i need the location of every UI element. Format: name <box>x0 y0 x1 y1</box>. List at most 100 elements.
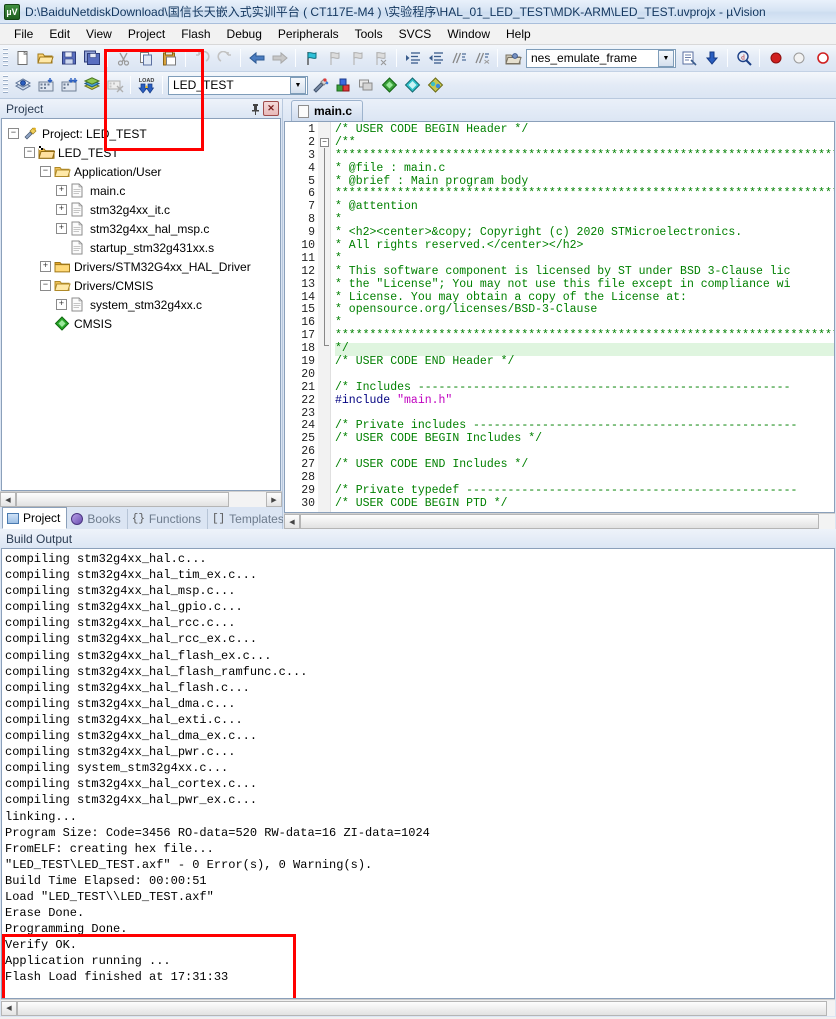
clear-bookmarks-icon[interactable] <box>369 47 392 70</box>
manage-run-time-env-icon[interactable] <box>401 74 424 97</box>
scroll-track[interactable] <box>300 514 835 529</box>
outdent-icon[interactable] <box>424 47 447 70</box>
scroll-thumb[interactable] <box>16 492 229 507</box>
project-tree-hscrollbar[interactable]: ◀ ▶ <box>0 491 282 507</box>
rebuild-all-icon[interactable] <box>57 74 80 97</box>
menu-help[interactable]: Help <box>498 25 539 43</box>
expander-icon[interactable]: − <box>40 280 51 291</box>
manage-multi-project-icon[interactable] <box>355 74 378 97</box>
tree-item-group-drivers-hal[interactable]: + Drivers/STM32G4xx_HAL_Driver <box>6 257 280 276</box>
menu-edit[interactable]: Edit <box>41 25 78 43</box>
new-file-icon[interactable] <box>11 47 34 70</box>
close-icon[interactable]: ✕ <box>263 101 279 116</box>
scroll-left-icon[interactable]: ◀ <box>0 492 16 507</box>
tree-item-target[interactable]: − LED_TEST <box>6 143 280 162</box>
tree-item-stm32g4xx-it-c[interactable]: + stm32g4xx_it.c <box>6 200 280 219</box>
menu-file[interactable]: File <box>6 25 41 43</box>
menu-window[interactable]: Window <box>439 25 498 43</box>
debug-insert-icon[interactable] <box>700 47 723 70</box>
tree-item-cmsis-component[interactable]: CMSIS <box>6 314 280 333</box>
tree-item-main-c[interactable]: + main.c <box>6 181 280 200</box>
copy-icon[interactable] <box>135 47 158 70</box>
cut-icon[interactable] <box>112 47 135 70</box>
toolbar-grip[interactable] <box>3 75 8 95</box>
download-to-flash-icon[interactable]: LOAD <box>135 74 158 97</box>
tab-templates[interactable]: [] Templates <box>208 509 291 529</box>
select-target-combo[interactable]: LED_TEST ▼ <box>168 76 308 95</box>
tree-item-project[interactable]: − Project: LED_TEST <box>6 124 280 143</box>
chevron-down-icon[interactable]: ▼ <box>658 50 674 67</box>
configure-editor-icon[interactable] <box>502 47 525 70</box>
breakpoint-icon[interactable] <box>764 47 787 70</box>
scroll-left-icon[interactable]: ◀ <box>284 514 300 529</box>
tree-item-stm32g4xx-hal-msp-c[interactable]: + stm32g4xx_hal_msp.c <box>6 219 280 238</box>
scroll-thumb[interactable] <box>17 1001 827 1016</box>
navigate-backward-icon[interactable] <box>245 47 268 70</box>
tab-functions[interactable]: {} Functions <box>128 509 208 529</box>
scroll-track[interactable] <box>16 492 266 507</box>
tree-item-group-drivers-cmsis[interactable]: − Drivers/CMSIS <box>6 276 280 295</box>
tree-item-startup-stm32g431xx-s[interactable]: startup_stm32g431xx.s <box>6 238 280 257</box>
expander-icon[interactable]: + <box>56 299 67 310</box>
build-output-text[interactable]: compiling stm32g4xx_hal.c... compiling s… <box>1 548 835 999</box>
open-file-icon[interactable] <box>34 47 57 70</box>
build-target-icon[interactable] <box>34 74 57 97</box>
next-bookmark-icon[interactable] <box>346 47 369 70</box>
editor-tab-main-c[interactable]: main.c <box>291 100 363 121</box>
undo-icon[interactable] <box>190 47 213 70</box>
pack-installer-icon[interactable] <box>378 74 401 97</box>
menu-peripherals[interactable]: Peripherals <box>270 25 347 43</box>
pin-icon[interactable] <box>247 101 263 116</box>
scroll-right-icon[interactable]: ▶ <box>266 492 282 507</box>
scroll-thumb[interactable] <box>300 514 819 529</box>
previous-bookmark-icon[interactable] <box>323 47 346 70</box>
menu-project[interactable]: Project <box>120 25 173 43</box>
expander-icon[interactable]: − <box>8 128 19 139</box>
scroll-track[interactable] <box>17 1001 835 1016</box>
expander-icon[interactable]: + <box>40 261 51 272</box>
software-packs-icon[interactable] <box>424 74 447 97</box>
target-options-icon[interactable] <box>309 74 332 97</box>
disable-breakpoint-icon[interactable] <box>787 47 810 70</box>
menu-svcs[interactable]: SVCS <box>391 25 440 43</box>
expander-icon[interactable]: − <box>40 166 51 177</box>
project-tree[interactable]: − Project: LED_TEST − LED_TEST − <box>1 118 281 491</box>
file-info-icon[interactable] <box>677 47 700 70</box>
find-in-files-icon[interactable]: d <box>732 47 755 70</box>
translate-file-icon[interactable] <box>11 74 34 97</box>
expander-icon[interactable]: + <box>56 223 67 234</box>
tab-project[interactable]: Project <box>2 507 67 529</box>
scroll-left-icon[interactable]: ◀ <box>1 1001 17 1016</box>
insert-bookmark-icon[interactable] <box>300 47 323 70</box>
menu-debug[interactable]: Debug <box>219 25 270 43</box>
menu-view[interactable]: View <box>78 25 120 43</box>
stop-build-icon[interactable] <box>103 74 126 97</box>
editor-hscrollbar[interactable]: ◀ <box>284 513 835 529</box>
code-folding-column[interactable]: − <box>318 122 331 512</box>
indent-icon[interactable] <box>401 47 424 70</box>
uncomment-icon[interactable] <box>470 47 493 70</box>
expander-icon[interactable]: + <box>56 185 67 196</box>
function-navigation-combo[interactable]: nes_emulate_frame ▼ <box>526 49 676 68</box>
save-all-icon[interactable] <box>80 47 103 70</box>
comment-icon[interactable] <box>447 47 470 70</box>
tree-item-system-stm32g4xx-c[interactable]: + system_stm32g4xx.c <box>6 295 280 314</box>
menu-flash[interactable]: Flash <box>173 25 218 43</box>
code-text[interactable]: /* USER CODE BEGIN Header */ /** *******… <box>331 122 834 512</box>
fold-toggle-icon[interactable]: − <box>320 138 329 147</box>
paste-icon[interactable] <box>158 47 181 70</box>
save-icon[interactable] <box>57 47 80 70</box>
toolbar-grip[interactable] <box>3 48 8 68</box>
menu-tools[interactable]: Tools <box>347 25 391 43</box>
build-output-hscrollbar[interactable]: ◀ <box>1 999 835 1016</box>
tree-item-group-application-user[interactable]: − Application/User <box>6 162 280 181</box>
expander-icon[interactable]: + <box>56 204 67 215</box>
navigate-forward-icon[interactable] <box>268 47 291 70</box>
manage-project-items-icon[interactable] <box>332 74 355 97</box>
tab-books[interactable]: Books <box>67 509 127 529</box>
chevron-down-icon[interactable]: ▼ <box>290 77 306 94</box>
batch-build-icon[interactable] <box>80 74 103 97</box>
redo-icon[interactable] <box>213 47 236 70</box>
expander-icon[interactable]: − <box>24 147 35 158</box>
code-editor[interactable]: 1 2 3 4 5 6 7 8 9 10 11 12 13 14 15 16 1… <box>284 121 835 513</box>
